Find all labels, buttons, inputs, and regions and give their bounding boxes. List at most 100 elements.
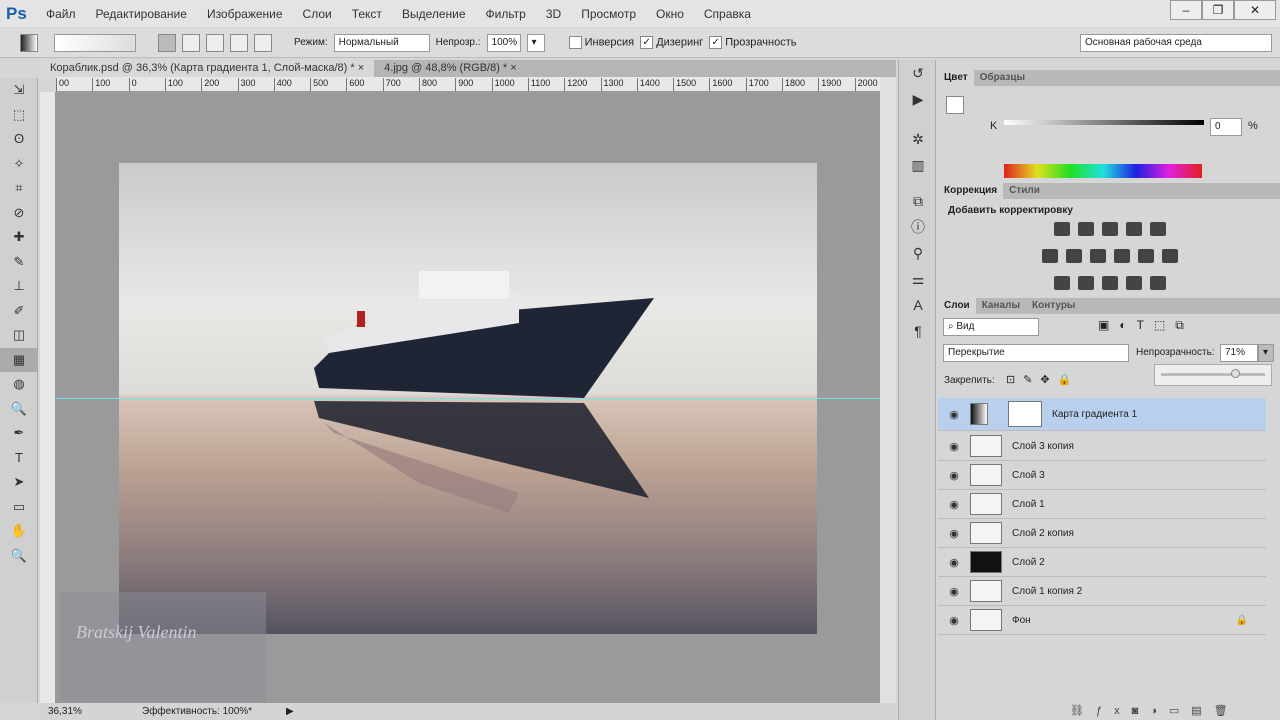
tool-presets-panel-icon[interactable]: ⚲	[899, 240, 937, 266]
blend-mode-select[interactable]: Перекрытие	[943, 344, 1129, 362]
layer-filter-icons[interactable]: ▣◐T⬚⧉	[1098, 318, 1194, 333]
restore-button[interactable]: ❐	[1202, 0, 1234, 20]
clone-source-panel-icon[interactable]: ⧉	[899, 188, 937, 214]
menu-item[interactable]: Окно	[646, 7, 694, 21]
menu-item[interactable]: Файл	[36, 7, 86, 21]
paragraph-panel-icon[interactable]: ¶	[899, 318, 937, 344]
menu-item[interactable]: 3D	[536, 7, 571, 21]
lock-icons[interactable]: ⊡✎✥🔒	[1006, 373, 1079, 386]
reflected-gradient-button[interactable]	[230, 33, 248, 52]
quick-select-tool-icon[interactable]: ✧	[0, 152, 38, 177]
tab-color[interactable]: Цвет	[938, 70, 974, 86]
k-slider[interactable]	[1004, 120, 1204, 125]
gradient-tool-icon[interactable]: ▦	[0, 347, 38, 372]
close-tab-icon[interactable]: ×	[355, 62, 364, 74]
layer-row[interactable]: ◉ Карта градиента 1	[938, 398, 1266, 431]
layer-opacity-input[interactable]: 71%	[1220, 344, 1258, 362]
brightness-icon[interactable]	[1054, 222, 1070, 236]
brush-tool-icon[interactable]: ✎	[0, 250, 38, 275]
levels-icon[interactable]	[1078, 222, 1094, 236]
brush-panel-icon[interactable]: ▥	[899, 152, 937, 178]
eraser-tool-icon[interactable]: ◫	[0, 323, 38, 348]
k-value-input[interactable]: 0	[1210, 118, 1242, 136]
path-select-tool-icon[interactable]: ➤	[0, 470, 38, 495]
visibility-eye-icon[interactable]: ◉	[938, 408, 970, 421]
diamond-gradient-button[interactable]	[254, 33, 272, 52]
hue-saturation-icon[interactable]	[1042, 249, 1058, 263]
marquee-tool-icon[interactable]: ⬚	[0, 103, 38, 128]
zoom-level[interactable]: 36,31%	[48, 703, 82, 720]
zoom-tool-icon[interactable]: 🔍	[0, 544, 38, 569]
layer-row[interactable]: ◉ Фон 🔒	[938, 606, 1266, 635]
layer-mask-thumbnail[interactable]	[1008, 401, 1042, 427]
lasso-tool-icon[interactable]: ʘ	[0, 127, 38, 152]
document-tab[interactable]: 4.jpg @ 48,8% (RGB/8) * ×	[374, 60, 527, 77]
tab-styles[interactable]: Стили	[1003, 183, 1046, 199]
vertical-scrollbar[interactable]	[880, 77, 896, 703]
tab-swatches[interactable]: Образцы	[974, 70, 1031, 86]
layers-bottom-toolbar[interactable]: ⛓ƒx◙◑▭▤🗑	[1070, 704, 1240, 717]
opacity-input[interactable]: 100%	[486, 33, 521, 52]
layer-row[interactable]: ◉ Слой 2	[938, 548, 1266, 577]
threshold-icon[interactable]	[1102, 276, 1118, 290]
gradient-tool-icon[interactable]	[20, 33, 38, 52]
document-tab[interactable]: Кораблик.psd @ 36,3% (Карта градиента 1,…	[40, 60, 375, 77]
curves-icon[interactable]	[1102, 222, 1118, 236]
close-button[interactable]: ✕	[1234, 0, 1276, 20]
black-white-icon[interactable]	[1090, 249, 1106, 263]
menu-item[interactable]: Изображение	[197, 7, 293, 21]
properties-panel-icon[interactable]: ⚌	[899, 266, 937, 292]
close-tab-icon[interactable]: ×	[507, 62, 516, 74]
menu-item[interactable]: Просмотр	[571, 7, 646, 21]
layer-row[interactable]: ◉ Слой 3	[938, 461, 1266, 490]
gradient-picker[interactable]	[54, 33, 136, 52]
layer-row[interactable]: ◉ Слой 1 копия 2	[938, 577, 1266, 606]
eyedropper-tool-icon[interactable]: ⊘	[0, 201, 38, 226]
crop-tool-icon[interactable]: ⌗	[0, 176, 38, 201]
workspace-select[interactable]: Основная рабочая среда	[1080, 34, 1272, 52]
pen-tool-icon[interactable]: ✒	[0, 421, 38, 446]
linear-gradient-button[interactable]	[158, 33, 176, 52]
move-tool-icon[interactable]: ⇲	[0, 78, 38, 103]
stamp-tool-icon[interactable]: ⊥	[0, 274, 38, 299]
angle-gradient-button[interactable]	[206, 33, 224, 52]
type-tool-icon[interactable]: T	[0, 446, 38, 471]
visibility-eye-icon[interactable]: ◉	[938, 556, 970, 569]
visibility-eye-icon[interactable]: ◉	[938, 469, 970, 482]
tab-paths[interactable]: Контуры	[1026, 298, 1081, 314]
menu-item[interactable]: Справка	[694, 7, 761, 21]
selective-color-icon[interactable]	[1150, 276, 1166, 290]
foreground-color-swatch[interactable]	[946, 96, 964, 114]
color-spectrum[interactable]	[1004, 164, 1202, 178]
shape-tool-icon[interactable]: ▭	[0, 495, 38, 520]
vibrance-icon[interactable]	[1150, 222, 1166, 236]
layer-row[interactable]: ◉ Слой 3 копия	[938, 432, 1266, 461]
invert-checkbox[interactable]: Инверсия	[568, 36, 634, 49]
invert-icon[interactable]	[1054, 276, 1070, 290]
gradient-map-icon[interactable]	[1126, 276, 1142, 290]
character-panel-icon[interactable]: A	[899, 292, 937, 318]
history-panel-icon[interactable]: ↺	[899, 60, 937, 86]
dither-checkbox[interactable]: ✓ Дизеринг	[640, 36, 703, 49]
layer-row[interactable]: ◉ Слой 1	[938, 490, 1266, 519]
color-lookup-icon[interactable]	[1162, 249, 1178, 263]
transparency-checkbox[interactable]: ✓ Прозрачность	[709, 36, 797, 49]
brush-presets-panel-icon[interactable]: ✲	[899, 126, 937, 152]
guide-line[interactable]	[56, 398, 880, 399]
status-menu-arrow-icon[interactable]: ▶	[286, 703, 294, 720]
menu-item[interactable]: Выделение	[392, 7, 476, 21]
visibility-eye-icon[interactable]: ◉	[938, 527, 970, 540]
visibility-eye-icon[interactable]: ◉	[938, 440, 970, 453]
opacity-slider-handle[interactable]	[1230, 369, 1240, 378]
channel-mixer-icon[interactable]	[1138, 249, 1154, 263]
visibility-eye-icon[interactable]: ◉	[938, 498, 970, 511]
minimize-button[interactable]: –	[1170, 0, 1202, 20]
layer-row[interactable]: ◉ Слой 2 копия	[938, 519, 1266, 548]
actions-panel-icon[interactable]: ▶	[899, 86, 937, 112]
photo-filter-icon[interactable]	[1114, 249, 1130, 263]
tab-layers[interactable]: Слои	[938, 298, 976, 314]
menu-item[interactable]: Фильтр	[476, 7, 536, 21]
visibility-eye-icon[interactable]: ◉	[938, 614, 970, 627]
menu-item[interactable]: Слои	[293, 7, 342, 21]
color-balance-icon[interactable]	[1066, 249, 1082, 263]
